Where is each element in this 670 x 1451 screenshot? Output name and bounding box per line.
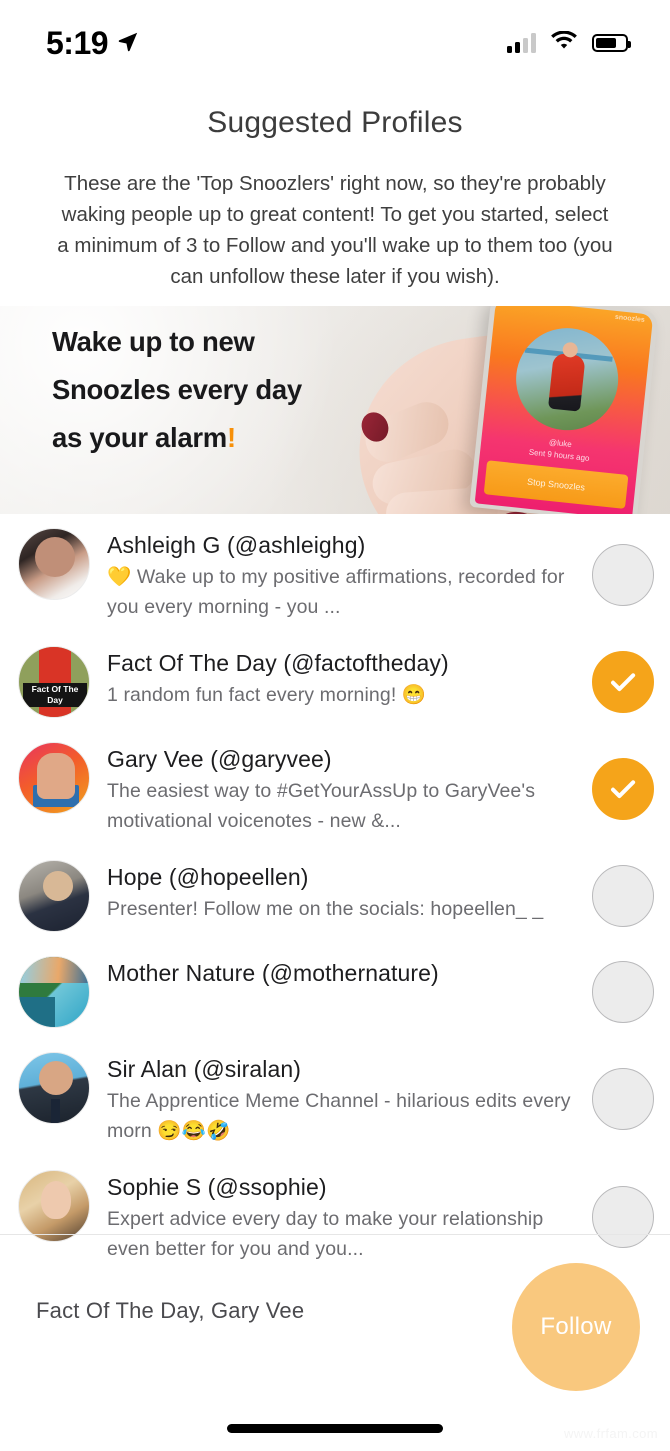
profile-info: Hope (@hopeellen) Presenter! Follow me o… [90, 860, 592, 924]
profile-display-name: Mother Nature [107, 960, 256, 986]
check-icon [611, 780, 636, 799]
avatar-fact-of-the-day: Fact Of The Day [18, 646, 90, 718]
suggested-profiles-list: Ashleigh G (@ashleighg) 💛 Wake up to my … [0, 514, 670, 1274]
page-description: These are the 'Top Snoozlers' right now,… [57, 172, 613, 288]
avatar-caption: Fact Of The Day [23, 683, 87, 707]
status-bar-clock: 5:19 [46, 24, 109, 61]
profile-handle: (@ashleighg) [227, 532, 366, 558]
selected-profiles-summary: Fact Of The Day, Gary Vee [36, 1298, 305, 1323]
profile-name: Hope (@hopeellen) [107, 862, 584, 892]
banner-line-1: Wake up to new [52, 326, 255, 357]
footer-bar: Fact Of The Day, Gary Vee Follow [0, 1235, 670, 1415]
profile-name: Sophie S (@ssophie) [107, 1172, 584, 1202]
profile-info: Fact Of The Day (@factoftheday) 1 random… [90, 646, 592, 710]
avatar-sophie-s [18, 1170, 90, 1242]
profile-row-garyvee[interactable]: Gary Vee (@garyvee) The easiest way to #… [0, 728, 670, 846]
profile-display-name: Sophie S [107, 1174, 202, 1200]
profile-info: Sir Alan (@siralan) The Apprentice Meme … [90, 1052, 592, 1146]
profile-display-name: Sir Alan [107, 1056, 188, 1082]
mockup-avatar [511, 323, 624, 436]
mockup-brand: snoozles [614, 313, 646, 324]
follow-toggle-ashleighg[interactable] [592, 544, 654, 606]
follow-toggle-mothernature[interactable] [592, 961, 654, 1023]
location-arrow-icon [117, 30, 139, 57]
promo-banner[interactable]: snoozles @luke Sent 9 hours ago Stop Sno… [0, 306, 670, 514]
avatar-mother-nature [18, 956, 90, 1028]
profile-description: 💛 Wake up to my positive affirmations, r… [107, 566, 565, 618]
profile-handle: (@siralan) [193, 1056, 301, 1082]
banner-phone-mockup: snoozles @luke Sent 9 hours ago Stop Sno… [469, 306, 659, 514]
follow-button[interactable]: Follow [512, 1263, 640, 1391]
banner-headline: Wake up to new Snoozles every day as you… [52, 318, 452, 462]
profile-row-mothernature[interactable]: Mother Nature (@mothernature) [0, 942, 670, 1038]
follow-toggle-factoftheday[interactable] [592, 651, 654, 713]
profile-row-ashleighg[interactable]: Ashleigh G (@ashleighg) 💛 Wake up to my … [0, 514, 670, 632]
avatar-sir-alan [18, 1052, 90, 1124]
profile-name: Mother Nature (@mothernature) [107, 958, 584, 988]
status-bar-right [507, 30, 631, 56]
cellular-signal-icon [507, 33, 536, 53]
profile-name: Sir Alan (@siralan) [107, 1054, 584, 1084]
profile-handle: (@garyvee) [210, 746, 332, 772]
profile-info: Gary Vee (@garyvee) The easiest way to #… [90, 742, 592, 836]
avatar-hope [18, 860, 90, 932]
wifi-icon [550, 30, 578, 56]
profile-row-siralan[interactable]: Sir Alan (@siralan) The Apprentice Meme … [0, 1038, 670, 1156]
mockup-stop-snoozles-button: Stop Snoozles [483, 460, 629, 509]
banner-line-2: Snoozles every day [52, 374, 302, 405]
battery-icon [592, 34, 631, 52]
profile-info: Mother Nature (@mothernature) [90, 956, 592, 990]
profile-description: 1 random fun fact every morning! 😁 [107, 684, 427, 706]
profile-name: Gary Vee (@garyvee) [107, 744, 584, 774]
status-bar: 5:19 [0, 0, 670, 86]
profile-name: Fact Of The Day (@factoftheday) [107, 648, 584, 678]
avatar-ashleigh-g [18, 528, 90, 600]
avatar-gary-vee [18, 742, 90, 814]
profile-handle: (@hopeellen) [168, 864, 309, 890]
profile-display-name: Hope [107, 864, 163, 890]
profile-info: Ashleigh G (@ashleighg) 💛 Wake up to my … [90, 528, 592, 622]
profile-display-name: Fact Of The Day [107, 650, 277, 676]
profile-description: The Apprentice Meme Channel - hilarious … [107, 1090, 571, 1142]
app-screen: 5:19 Suggested Profiles These are the 'T… [0, 0, 670, 1451]
watermark: www.frfam.com [563, 1426, 658, 1441]
profile-name: Ashleigh G (@ashleighg) [107, 530, 584, 560]
profile-handle: (@mothernature) [261, 960, 439, 986]
profile-description: Presenter! Follow me on the socials: hop… [107, 898, 544, 920]
profile-description: The easiest way to #GetYourAssUp to Gary… [107, 780, 536, 832]
check-icon [611, 673, 636, 692]
profile-handle: (@ssophie) [207, 1174, 327, 1200]
profile-row-factoftheday[interactable]: Fact Of The Day Fact Of The Day (@factof… [0, 632, 670, 728]
banner-line-3-wrap: as your alarm! [52, 414, 452, 462]
profile-display-name: Gary Vee [107, 746, 204, 772]
follow-toggle-hopeellen[interactable] [592, 865, 654, 927]
page-title: Suggested Profiles [207, 106, 463, 139]
home-indicator[interactable] [227, 1424, 443, 1433]
banner-line-3: as your alarm [52, 422, 227, 453]
banner-exclamation: ! [226, 422, 236, 453]
profile-handle: (@factoftheday) [283, 650, 449, 676]
status-bar-left: 5:19 [46, 25, 139, 62]
profile-display-name: Ashleigh G [107, 532, 221, 558]
profile-row-hopeellen[interactable]: Hope (@hopeellen) Presenter! Follow me o… [0, 846, 670, 942]
follow-toggle-siralan[interactable] [592, 1068, 654, 1130]
follow-toggle-garyvee[interactable] [592, 758, 654, 820]
